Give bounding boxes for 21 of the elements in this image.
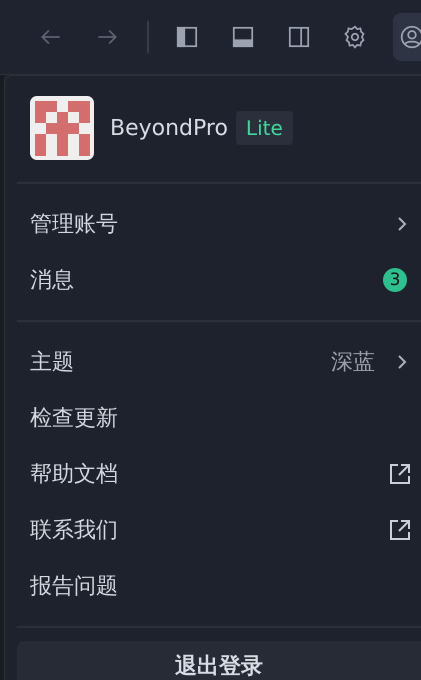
chevron-right-icon (397, 354, 407, 370)
menu-item[interactable]: 联系我们 (17, 502, 421, 558)
plan-badge: Lite (236, 111, 293, 145)
logo-icon (30, 96, 94, 160)
menu-item[interactable]: 管理账号 (17, 196, 421, 252)
menu-item[interactable]: 消息 3 (17, 252, 421, 308)
menu-item[interactable]: 检查更新 (17, 390, 421, 446)
menu-item[interactable]: 主题 深蓝 (17, 334, 421, 390)
external-link-icon (389, 463, 411, 485)
theme-value: 深蓝 (331, 349, 375, 377)
menu-item[interactable]: 帮助文档 (17, 446, 421, 502)
count-badge: 3 (383, 268, 407, 292)
user-icon (399, 24, 421, 50)
user-name: BeyondPro (110, 116, 228, 140)
menu-item[interactable]: 报告问题 (17, 558, 421, 614)
external-link-icon (389, 519, 411, 541)
right-panel-icon (286, 24, 312, 50)
chevron-right-icon (397, 216, 407, 232)
logout-button[interactable]: 退出登录 (17, 641, 421, 680)
bottom-panel-icon (230, 24, 256, 50)
left-panel-icon (174, 24, 200, 50)
